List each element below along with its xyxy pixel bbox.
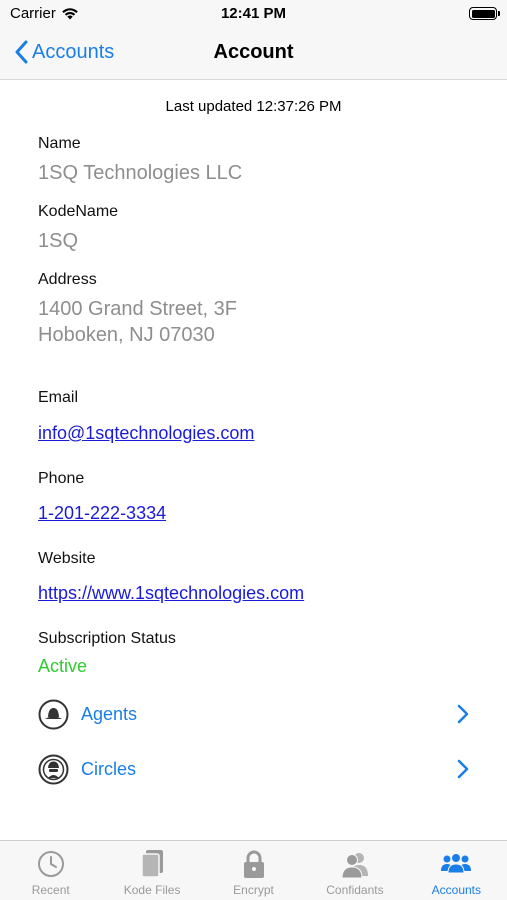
lock-icon [237,848,271,880]
address-label: Address [38,271,97,288]
tab-recent-label: Recent [31,883,70,897]
tab-kode-files[interactable]: Kode Files [101,841,202,900]
subscription-status-label: Subscription Status [38,630,176,647]
address-line-2: Hoboken, NJ 07030 [38,324,215,346]
website-link[interactable]: https://www.1sqtechnologies.com [38,583,304,604]
agent-icon [38,699,69,730]
circles-row[interactable]: Circles [38,751,470,787]
tab-kode-files-label: Kode Files [123,883,181,897]
chevron-right-icon [457,704,469,724]
tab-bar: Recent Kode Files Encrypt Confidants Acc… [0,840,507,900]
agents-row[interactable]: Agents [38,696,470,732]
email-link[interactable]: info@1sqtechnologies.com [38,423,254,444]
name-label: Name [38,135,81,152]
tab-confidants[interactable]: Confidants [304,841,405,900]
tab-accounts-label: Accounts [431,883,481,897]
address-line-1: 1400 Grand Street, 3F [38,298,238,320]
tab-encrypt-label: Encrypt [233,883,274,897]
account-details: Last updated 12:37:26 PM Name 1SQ Techno… [0,80,507,840]
agents-row-label: Agents [81,703,138,724]
last-updated-text: Last updated 12:37:26 PM [165,98,342,115]
phone-label: Phone [38,470,85,487]
page-title: Account [213,41,294,63]
confidants-icon [338,848,372,880]
tab-confidants-label: Confidants [326,883,384,897]
tab-accounts[interactable]: Accounts [406,841,507,900]
kodename-label: KodeName [38,203,119,220]
clock-icon [34,848,68,880]
files-icon [135,848,169,880]
battery-icon [469,7,500,20]
tab-encrypt[interactable]: Encrypt [203,841,304,900]
name-value: 1SQ Technologies LLC [38,162,243,184]
circles-row-label: Circles [81,758,137,779]
navigation-bar: Accounts Account [0,30,507,80]
website-label: Website [38,550,96,567]
subscription-status-value: Active [38,656,88,676]
accounts-icon [439,848,473,880]
chevron-right-icon [457,759,469,779]
status-bar: Carrier 12:41 PM [0,0,507,30]
kodename-value: 1SQ [38,230,79,252]
email-label: Email [38,389,79,406]
status-time: 12:41 PM [220,5,287,22]
circle-agent-icon [38,754,69,785]
tab-recent[interactable]: Recent [0,841,101,900]
phone-link[interactable]: 1-201-222-3334 [38,503,166,524]
